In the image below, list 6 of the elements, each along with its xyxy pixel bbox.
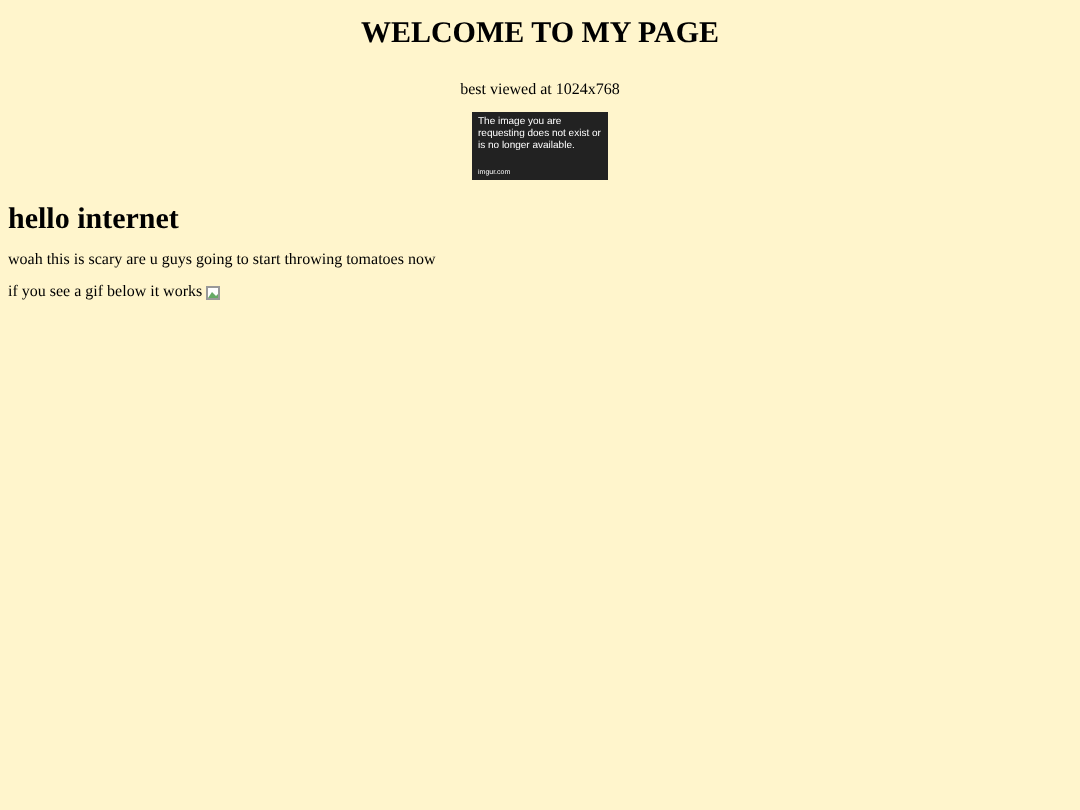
subtitle: best viewed at 1024x768 [460, 80, 620, 100]
section-heading: hello internet [8, 202, 181, 238]
paragraph: if you see a gif below it works [8, 282, 203, 302]
broken-image-icon [206, 285, 221, 299]
paragraph: woah this is scary are u guys going to start throwing tomatoes now [8, 250, 436, 270]
page-title: WELCOME TO MY PAGE [360, 16, 720, 52]
